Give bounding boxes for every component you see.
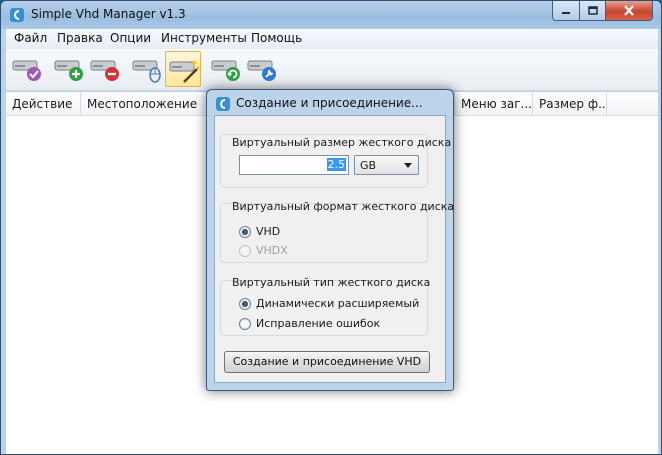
menu-edit[interactable]: Правка [57, 31, 103, 45]
create-attach-dialog: Создание и присоединение... 2.5 GB Вирту… [206, 89, 454, 391]
size-group-label: Виртуальный размер жесткого диска [232, 136, 452, 149]
menu-tools[interactable]: Инструменты [161, 31, 247, 45]
maximize-icon [587, 6, 598, 15]
close-button[interactable] [605, 1, 653, 21]
menu-bar: Файл Правка Опции Инструменты Помощь [6, 29, 658, 49]
disk-check-icon [12, 60, 41, 81]
disk-wizard-icon [169, 59, 201, 83]
refresh-vhd-button[interactable] [208, 51, 244, 87]
radio-vhd[interactable] [239, 226, 251, 238]
maximize-button[interactable] [579, 1, 606, 21]
minimize-button[interactable] [552, 1, 580, 21]
window-title: Simple Vhd Manager v1.3 [31, 7, 186, 21]
column-boot-menu[interactable]: Меню заг... [455, 92, 533, 116]
create-vhd-button[interactable] [51, 51, 87, 87]
column-file-size[interactable]: Размер ф... [533, 92, 607, 116]
attach-vhd-button[interactable] [9, 51, 45, 87]
menu-help[interactable]: Помощь [251, 31, 302, 45]
column-location[interactable]: Местоположение [81, 92, 211, 116]
format-group-label: Виртуальный формат жесткого диска [232, 200, 455, 213]
disk-refresh-icon [211, 60, 240, 81]
disk-add-icon [54, 60, 83, 81]
menu-options[interactable]: Опции [110, 31, 151, 45]
radio-vhdx [239, 245, 251, 257]
disk-remove-icon [90, 60, 119, 81]
toolbar [6, 49, 658, 91]
radio-vhdx-label: VHDX [256, 244, 288, 257]
radio-fixed[interactable] [239, 318, 251, 330]
radio-fixed-label[interactable]: Исправление ошибок [256, 317, 380, 330]
menu-file[interactable]: Файл [14, 31, 47, 45]
radio-dynamic-label[interactable]: Динамически расширяемый [256, 297, 419, 310]
minimize-icon [562, 11, 570, 14]
radio-vhd-label[interactable]: VHD [256, 225, 280, 238]
type-group-label: Виртуальный тип жесткого диска [232, 276, 431, 289]
dialog-icon [216, 97, 230, 111]
size-input[interactable]: 2.5 [239, 155, 349, 175]
column-action[interactable]: Действие [6, 92, 81, 116]
column-filler [607, 92, 658, 116]
size-value: 2.5 [326, 158, 346, 171]
chevron-down-icon [404, 163, 412, 168]
detach-vhd-button[interactable] [87, 51, 123, 87]
unit-select[interactable]: GB [354, 155, 419, 175]
close-icon [624, 5, 634, 16]
mount-vhd-button[interactable] [129, 51, 165, 87]
unit-value: GB [360, 159, 377, 172]
create-attach-vhd-button[interactable]: Создание и присоединение VHD [224, 351, 430, 373]
wizard-button[interactable] [165, 51, 201, 87]
dialog-title: Создание и присоединение... [236, 96, 423, 110]
app-icon [10, 8, 24, 22]
radio-dynamic[interactable] [239, 298, 251, 310]
disk-settings-icon [247, 60, 276, 81]
vhd-settings-button[interactable] [244, 51, 280, 87]
disk-mouse-icon [132, 60, 161, 83]
